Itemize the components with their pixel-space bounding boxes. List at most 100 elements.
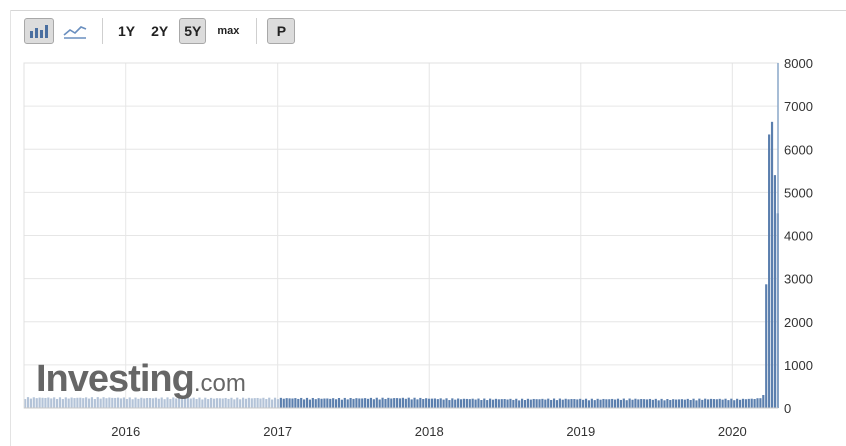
bar bbox=[334, 399, 338, 408]
bar bbox=[686, 398, 689, 408]
bar bbox=[308, 399, 312, 408]
bar bbox=[390, 398, 393, 408]
bar bbox=[515, 398, 518, 408]
bar bbox=[398, 398, 402, 408]
bar bbox=[410, 399, 413, 408]
bar bbox=[503, 399, 506, 408]
bar bbox=[692, 398, 695, 408]
y-tick-label: 5000 bbox=[784, 185, 813, 200]
bar bbox=[587, 400, 591, 408]
bar bbox=[259, 398, 262, 408]
bar bbox=[465, 398, 468, 408]
y-tick-label: 3000 bbox=[784, 272, 813, 287]
watermark-suffix: .com bbox=[193, 370, 246, 397]
bar bbox=[294, 398, 297, 408]
bar bbox=[689, 399, 692, 408]
bar bbox=[474, 399, 477, 408]
bar bbox=[544, 399, 547, 408]
bar bbox=[721, 399, 724, 408]
bar bbox=[329, 398, 332, 408]
bar bbox=[430, 398, 434, 408]
bar bbox=[387, 397, 390, 408]
bar bbox=[305, 397, 309, 408]
bar bbox=[457, 398, 460, 408]
bar bbox=[645, 399, 649, 408]
bar bbox=[773, 175, 777, 408]
bar bbox=[393, 398, 396, 408]
bar bbox=[462, 398, 466, 408]
bar bbox=[622, 398, 625, 408]
bar bbox=[253, 398, 256, 408]
y-tick-label: 0 bbox=[784, 401, 791, 416]
bar bbox=[724, 398, 727, 408]
bar bbox=[271, 399, 274, 408]
bar bbox=[666, 399, 669, 408]
bar bbox=[631, 399, 634, 408]
bar bbox=[529, 399, 532, 408]
bar bbox=[366, 398, 370, 408]
bar bbox=[579, 398, 582, 408]
chart-widget: 1Y 2Y 5Y max P 0 1000 2000 3000 4000 5000 6000… bbox=[0, 0, 846, 446]
bar bbox=[733, 400, 736, 408]
bar bbox=[459, 399, 463, 408]
bar bbox=[471, 398, 474, 408]
bar bbox=[541, 398, 544, 408]
bar bbox=[337, 398, 341, 408]
bar bbox=[433, 398, 436, 408]
bar bbox=[262, 397, 265, 408]
bar bbox=[547, 398, 550, 408]
bar bbox=[436, 399, 439, 408]
bar bbox=[695, 400, 698, 408]
bar bbox=[483, 398, 486, 408]
bar bbox=[285, 398, 288, 408]
bar bbox=[407, 397, 410, 408]
bar bbox=[561, 399, 564, 408]
bar bbox=[358, 398, 361, 408]
bar bbox=[489, 398, 492, 408]
bar bbox=[364, 398, 367, 408]
bar bbox=[715, 399, 718, 408]
bar bbox=[596, 398, 599, 408]
bar bbox=[538, 399, 541, 408]
watermark-main: Investing bbox=[36, 358, 195, 400]
bar bbox=[564, 398, 567, 408]
bar bbox=[500, 399, 503, 408]
bar bbox=[648, 398, 652, 408]
bar bbox=[416, 399, 419, 408]
bar bbox=[709, 398, 713, 408]
bar bbox=[439, 398, 442, 408]
bar bbox=[494, 398, 498, 408]
bar bbox=[372, 399, 375, 408]
bar bbox=[570, 399, 573, 408]
bar bbox=[250, 398, 253, 408]
bar bbox=[526, 398, 529, 408]
bar bbox=[704, 398, 707, 408]
y-tick-label: 1000 bbox=[784, 358, 813, 373]
bar bbox=[651, 399, 654, 408]
bar bbox=[256, 397, 259, 408]
bar bbox=[317, 398, 320, 408]
x-tick-label: 2018 bbox=[415, 424, 444, 439]
y-axis-ticks: 0 1000 2000 3000 4000 5000 6000 7000 8000 bbox=[784, 56, 813, 416]
bar bbox=[736, 398, 739, 408]
y-tick-label: 2000 bbox=[784, 315, 813, 330]
bar bbox=[396, 398, 399, 408]
bar bbox=[590, 398, 593, 408]
bar bbox=[384, 398, 387, 408]
bar bbox=[619, 399, 622, 408]
bar bbox=[297, 398, 300, 408]
bar bbox=[663, 400, 666, 408]
y-tick-label: 8000 bbox=[784, 56, 813, 71]
bar bbox=[314, 399, 317, 408]
bar bbox=[657, 400, 660, 408]
bar bbox=[288, 398, 291, 408]
x-tick-label: 2016 bbox=[111, 424, 140, 439]
bar bbox=[744, 399, 747, 408]
bar bbox=[320, 398, 323, 408]
bar bbox=[497, 399, 500, 408]
bar bbox=[698, 398, 701, 408]
bar bbox=[381, 397, 384, 408]
bar bbox=[300, 397, 303, 408]
bar bbox=[422, 398, 425, 408]
bar bbox=[628, 398, 631, 408]
